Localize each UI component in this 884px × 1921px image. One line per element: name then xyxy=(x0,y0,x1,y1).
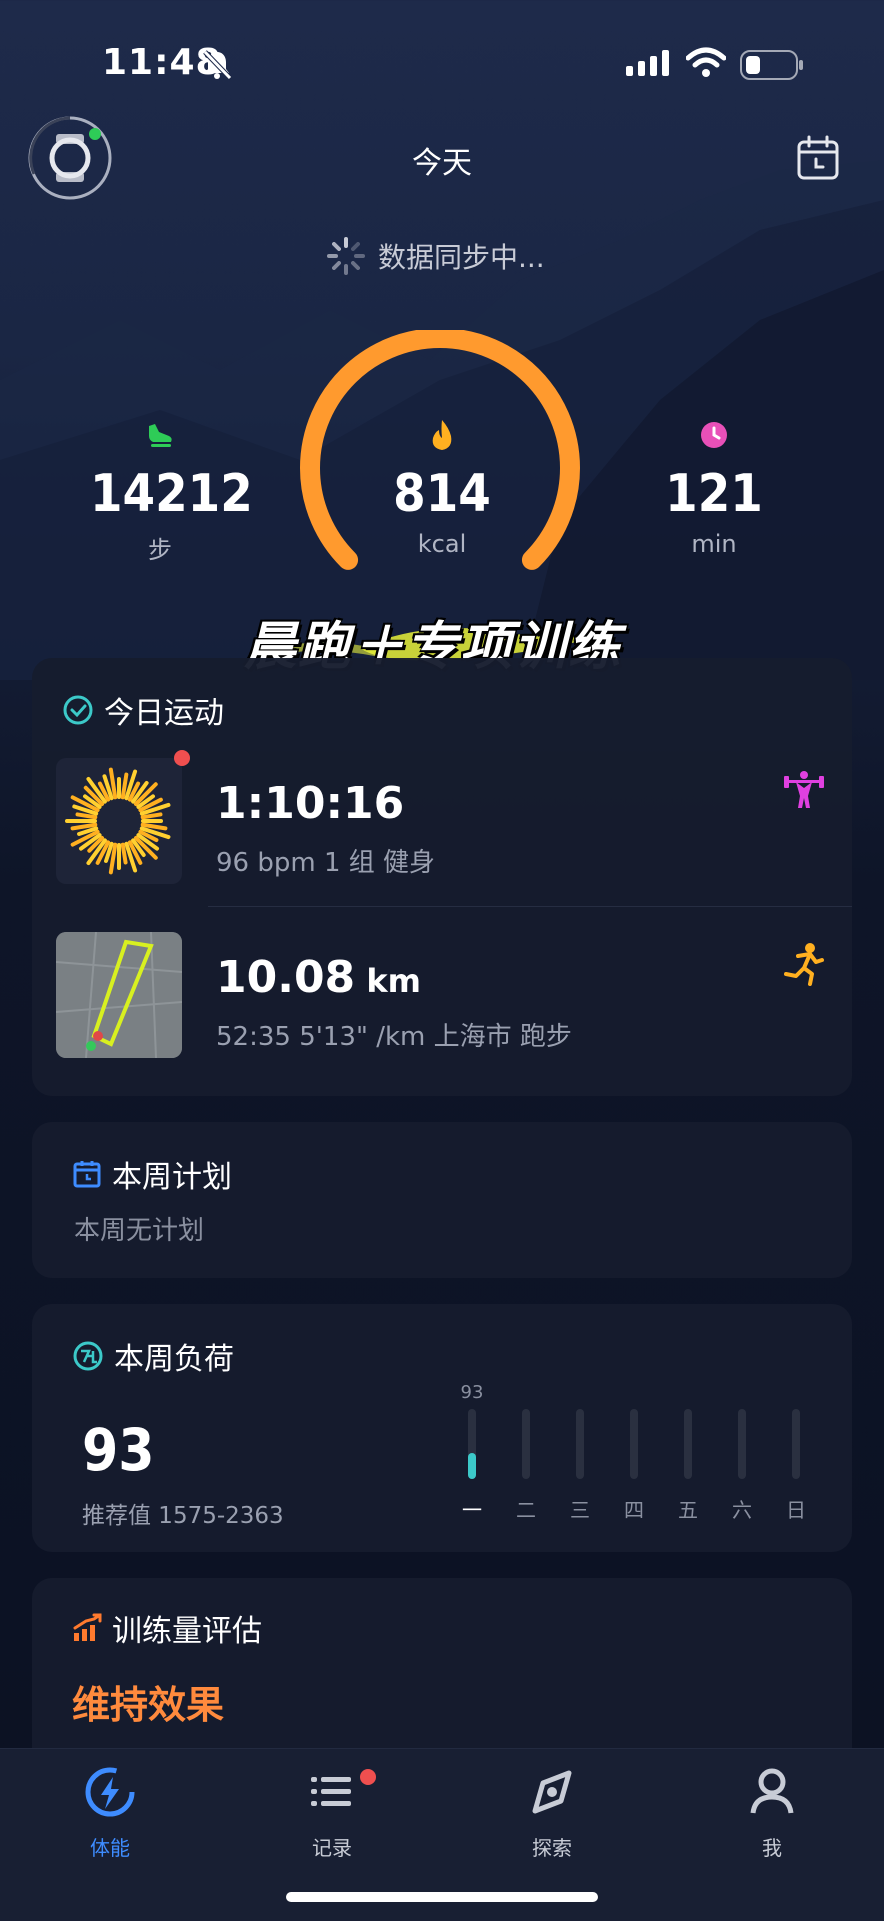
home-indicator[interactable] xyxy=(286,1892,598,1902)
page-title: 今天 xyxy=(412,146,472,181)
tab-records-label: 记录 xyxy=(312,1836,352,1860)
tab-records[interactable]: 记录 xyxy=(272,1765,392,1861)
tab-fitness[interactable]: 体能 xyxy=(50,1765,170,1861)
sync-text: 数据同步中... xyxy=(378,241,545,274)
weekly-plan-empty: 本周无计划 xyxy=(74,1216,205,1246)
load-bar-day-label: 六 xyxy=(732,1498,752,1522)
tab-explore[interactable]: 探索 xyxy=(492,1765,612,1861)
workout-details: 96 bpm 1 组 健身 xyxy=(216,848,436,878)
workout-distance: 10.08 km xyxy=(216,952,421,1003)
today-workouts-card: 今日运动 1:10:16 96 bpm 1 组 健身 10.08 km 52:3… xyxy=(32,658,852,1096)
calories-stat[interactable]: 814 kcal xyxy=(372,418,512,558)
weekly-load-recommend: 推荐值 1575-2363 xyxy=(82,1503,284,1529)
workout-duration: 1:10:16 xyxy=(216,778,405,829)
training-assessment-title: 训练量评估 xyxy=(72,1606,262,1650)
weekly-load-value: 93 xyxy=(82,1416,155,1484)
weekly-plan-label: 本周计划 xyxy=(112,1160,232,1195)
tab-me-label: 我 xyxy=(762,1836,782,1860)
weekly-load-bars: 93 一 二 三 四 五 六 日 xyxy=(452,1364,832,1544)
clock-icon xyxy=(701,422,727,448)
flame-icon xyxy=(432,420,452,450)
calendar-small-icon xyxy=(73,1161,101,1188)
list-icon xyxy=(311,1777,351,1806)
weightlifting-icon xyxy=(784,771,824,808)
minutes-stat[interactable]: 121 min xyxy=(644,418,784,558)
route-map-thumbnail xyxy=(56,932,182,1058)
training-assessment-result: 维持效果 xyxy=(72,1683,225,1727)
load-bar-day-label: 三 xyxy=(570,1498,590,1522)
load-bar-track xyxy=(522,1409,530,1479)
load-bar-track xyxy=(792,1409,800,1479)
steps-value: 14212 xyxy=(90,464,253,524)
check-circle-icon xyxy=(63,695,93,725)
weekly-plan-card[interactable]: 本周计划 本周无计划 xyxy=(32,1122,852,1278)
heart-rate-ray xyxy=(120,842,128,865)
bell-muted-icon xyxy=(203,50,232,80)
load-bar-day-label: 一 xyxy=(462,1498,482,1522)
heart-rate-ray xyxy=(140,812,163,820)
load-bar-fill xyxy=(468,1453,476,1479)
status-bar: 11:48 xyxy=(0,0,884,120)
bolt-icon xyxy=(85,1767,135,1817)
training-assessment-label: 训练量评估 xyxy=(112,1614,262,1649)
load-bar-track xyxy=(630,1409,638,1479)
cellular-signal-icon xyxy=(626,50,669,76)
minutes-value: 121 xyxy=(665,464,763,524)
load-bar-day-label: 四 xyxy=(624,1498,644,1522)
calories-unit: kcal xyxy=(417,530,467,558)
calories-value: 814 xyxy=(393,464,491,524)
calendar-icon[interactable] xyxy=(796,134,840,182)
heart-rate-ray xyxy=(75,812,98,820)
workout-item-strength[interactable]: 1:10:16 96 bpm 1 组 健身 xyxy=(56,750,836,888)
load-bar-track xyxy=(684,1409,692,1479)
minutes-unit: min xyxy=(691,530,737,558)
today-workouts-label: 今日运动 xyxy=(104,696,224,731)
sync-status: 数据同步中... xyxy=(326,236,545,276)
today-workouts-title: 今日运动 xyxy=(62,688,224,732)
load-bar-track xyxy=(738,1409,746,1479)
tab-explore-label: 探索 xyxy=(532,1836,572,1860)
workout-details: 52:35 5'13" /km 上海市 跑步 xyxy=(216,1022,572,1052)
loading-spinner-icon xyxy=(327,237,365,275)
load-bar-day-label: 五 xyxy=(678,1498,698,1522)
weekly-plan-title: 本周计划 xyxy=(72,1152,232,1196)
weekly-load-title: 本周负荷 xyxy=(72,1334,234,1378)
trend-up-icon xyxy=(73,1613,102,1641)
running-icon xyxy=(784,943,824,986)
load-bar-value-label: 93 xyxy=(460,1382,484,1403)
heart-rate-ring-thumbnail xyxy=(56,758,182,884)
workout-item-run[interactable]: 10.08 km 52:35 5'13" /km 上海市 跑步 xyxy=(56,932,836,1062)
load-bar-day-label: 二 xyxy=(516,1498,536,1522)
divider xyxy=(208,906,852,907)
wifi-icon xyxy=(686,47,726,77)
battery-icon xyxy=(740,50,803,80)
weekly-load-label: 本周负荷 xyxy=(114,1342,234,1377)
tab-fitness-label: 体能 xyxy=(90,1836,130,1860)
load-bar-day-label: 日 xyxy=(786,1498,806,1522)
shoe-icon xyxy=(149,424,172,447)
records-badge-dot xyxy=(360,1769,376,1785)
new-badge-dot xyxy=(174,750,190,766)
weekly-load-card[interactable]: 本周负荷 93 推荐值 1575-2363 93 一 二 三 四 五 六 日 xyxy=(32,1304,852,1552)
person-icon xyxy=(750,1768,794,1814)
training-load-icon xyxy=(73,1341,103,1371)
steps-unit: 步 xyxy=(148,536,172,564)
compass-icon xyxy=(532,1770,572,1814)
tab-me[interactable]: 我 xyxy=(712,1765,832,1861)
load-bar-track xyxy=(576,1409,584,1479)
steps-stat[interactable]: 14212 步 xyxy=(90,418,253,565)
